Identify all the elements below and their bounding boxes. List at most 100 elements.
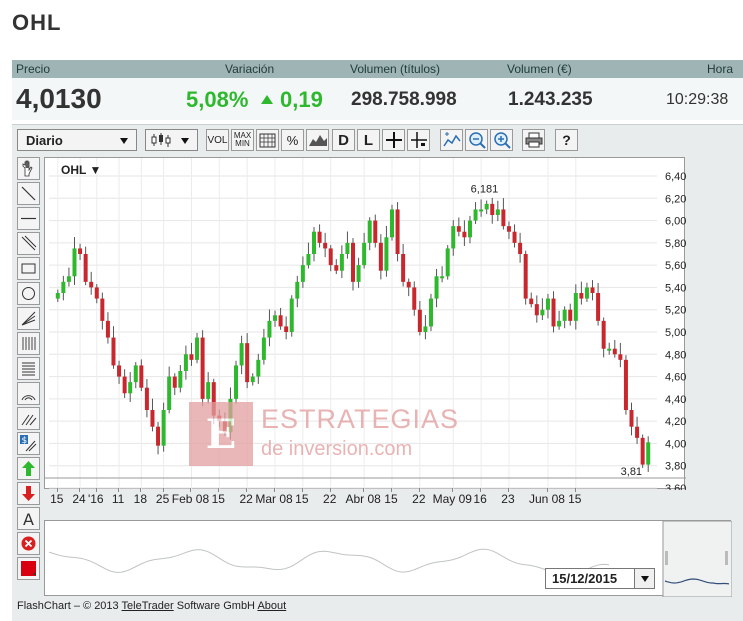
x-tick-mark [56, 488, 58, 492]
date-select[interactable]: 15/12/2015 [545, 568, 655, 589]
about-link[interactable]: About [257, 600, 286, 612]
header-hora: Hora [707, 62, 734, 76]
x-tick-label: May 09 [432, 492, 472, 506]
grid-tool-button[interactable] [17, 357, 40, 380]
candle-body [111, 337, 116, 366]
percent-button[interactable]: % [281, 129, 304, 151]
chart-type-dropdown[interactable] [145, 129, 198, 151]
crosshair-button[interactable] [382, 129, 405, 151]
pitchfork-tool-button[interactable] [17, 407, 40, 430]
hline-tool-icon [21, 217, 36, 220]
fan-tool-button[interactable] [17, 307, 40, 330]
left-handle[interactable] [665, 551, 668, 565]
help-button[interactable]: ? [555, 129, 578, 151]
color-picker-button[interactable] [17, 557, 40, 580]
candle-body [356, 265, 361, 282]
candle-body [178, 371, 183, 388]
x-tick-mark [274, 488, 276, 492]
candle-body [568, 309, 573, 321]
candle-body [395, 209, 400, 254]
grid-button[interactable] [256, 129, 279, 151]
instrument-label[interactable]: OHL ▼ [61, 163, 101, 177]
x-tick-label: 24 [72, 492, 86, 506]
arc-tool-button[interactable] [17, 382, 40, 405]
candle-body [623, 359, 628, 410]
mountain-chart-icon [308, 135, 327, 146]
zoom-in-button[interactable] [490, 129, 513, 151]
maxmin-button[interactable]: MAX MIN [231, 129, 254, 151]
candle-body [55, 293, 60, 299]
x-tick-mark [301, 488, 303, 492]
teletrader-link[interactable]: TeleTrader [122, 600, 174, 612]
candle-body [267, 320, 272, 338]
quote-values-bar: 4,0130 5,08% 0,19 298.758.998 1.243.235 … [12, 78, 743, 120]
y-tick-label: 4,000 [665, 438, 686, 450]
crosshair-alt-icon [410, 132, 427, 148]
line-tool-button[interactable] [17, 182, 40, 205]
zoom-fit-button[interactable] [440, 129, 463, 151]
circle-tool-icon [22, 287, 35, 300]
y-tick-label: 5,400 [665, 282, 686, 294]
period-dropdown[interactable]: Diario [17, 129, 137, 151]
x-tick-label: 16 [473, 492, 487, 506]
d-button[interactable]: D [332, 129, 355, 151]
x-tick-label: Mar 08 [255, 492, 293, 506]
x-tick-mark [574, 488, 576, 492]
candle-body [161, 410, 166, 446]
candle-body [94, 287, 99, 299]
dollar-tool-button[interactable]: $ [17, 432, 40, 455]
sell-arrow-button[interactable] [17, 482, 40, 505]
buy-arrow-button[interactable] [17, 457, 40, 480]
print-button[interactable] [522, 129, 545, 151]
candle-body [646, 442, 651, 465]
header-variacion: Variación [225, 62, 275, 76]
x-tick-mark [95, 488, 97, 492]
text-tool-button[interactable]: A [17, 507, 40, 530]
candle-body [518, 242, 523, 254]
min-label: 3,81 [621, 466, 642, 478]
rect-tool-button[interactable] [17, 257, 40, 280]
delete-tool-button[interactable] [17, 532, 40, 555]
candle-body [239, 343, 244, 366]
zoom-out-button[interactable] [465, 129, 488, 151]
header-precio: Precio [16, 62, 51, 76]
candle-body [451, 226, 456, 249]
variation-change: 0,19 [280, 87, 323, 112]
channel-tool-icon [21, 235, 37, 251]
channel-tool-button[interactable] [17, 232, 40, 255]
candle-body [523, 254, 528, 299]
candle-body [83, 254, 88, 282]
fib-tool-button[interactable] [17, 332, 40, 355]
x-tick-label: Jun 08 [528, 492, 565, 506]
delete-tool-icon [21, 536, 36, 551]
area-chart-button[interactable] [306, 129, 329, 151]
candle-body [66, 276, 71, 282]
candle-body [557, 320, 562, 327]
time-value: 10:29:38 [666, 91, 729, 108]
crosshair-icon [385, 132, 402, 148]
x-tick-label: 15 [211, 492, 225, 506]
hline-tool-button[interactable] [17, 207, 40, 230]
hand-tool-icon [22, 160, 33, 177]
x-tick-label: 22 [323, 492, 337, 506]
candle-body [529, 298, 534, 305]
navigator-window[interactable] [662, 520, 733, 598]
zoom-in-icon [493, 132, 511, 149]
candle-body [167, 376, 172, 410]
x-tick-mark [162, 488, 164, 492]
volume-button[interactable]: VOL [206, 129, 229, 151]
grid-icon [259, 133, 276, 147]
candle-body [423, 326, 428, 332]
candle-body [428, 298, 433, 327]
candle-body [100, 298, 105, 321]
circle-tool-button[interactable] [17, 282, 40, 305]
candle-body [345, 242, 350, 254]
hand-tool-button[interactable] [17, 157, 40, 180]
chevron-down-icon[interactable] [634, 569, 654, 588]
candle-body [284, 326, 289, 332]
crosshair-alt-button[interactable] [407, 129, 430, 151]
candle-body [440, 276, 445, 279]
history-line [48, 548, 610, 577]
l-button[interactable]: L [357, 129, 380, 151]
right-handle[interactable] [725, 551, 728, 565]
